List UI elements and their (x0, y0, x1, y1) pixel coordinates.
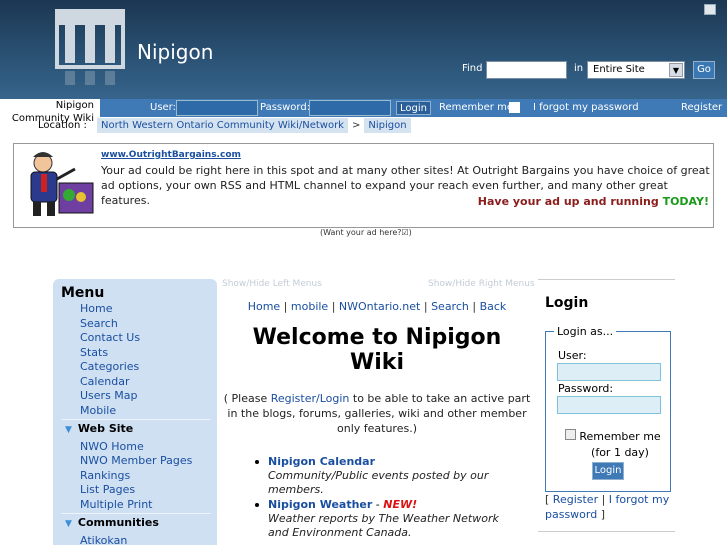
menu-section-title: Web Site (77, 422, 134, 435)
menu-item-home[interactable]: Home (80, 302, 112, 315)
remember-me-label: Remember me (for 1 day) (579, 430, 661, 459)
feature-link-calendar[interactable]: Nipigon Calendar (268, 455, 375, 468)
bullet-icon (255, 460, 259, 464)
forgot-password-link[interactable]: I forgot my password (533, 102, 639, 113)
user-input[interactable] (557, 363, 661, 381)
user-label: User: (150, 102, 176, 113)
main-content: Home | mobile | NWOntario.net | Search |… (222, 300, 532, 436)
menu-title: Menu (61, 285, 105, 301)
menu-item-list-pages[interactable]: List Pages (80, 483, 135, 496)
search-scope-value: Entire Site (593, 64, 645, 75)
menu-item-contact[interactable]: Contact Us (80, 331, 140, 344)
page-title: Welcome to Nipigon Wiki (252, 325, 502, 375)
window-icon[interactable] (704, 4, 716, 15)
toggle-left-menus[interactable]: Show/Hide Left Menus (222, 279, 322, 289)
link-search[interactable]: Search (431, 300, 469, 313)
menu-divider (61, 513, 211, 514)
login-submit-button[interactable]: Login (592, 462, 624, 480)
new-badge: NEW! (383, 498, 418, 511)
link-nwontario[interactable]: NWOntario.net (339, 300, 420, 313)
remember-me-checkbox[interactable]: ✖ (509, 102, 520, 113)
ad-banner: www.OutrightBargains.com Your ad could b… (13, 143, 714, 228)
note-text: ( Please (223, 392, 271, 405)
login-legend: Login as... (554, 325, 617, 338)
register-link[interactable]: Register (553, 493, 598, 506)
link-separator: | (328, 300, 339, 313)
menu-section-communities[interactable]: ▼ Communities (65, 516, 159, 529)
breadcrumb: North Western Ontario Community Wiki/Net… (97, 118, 411, 134)
link-separator: | (420, 300, 432, 313)
menu-divider (61, 419, 211, 420)
ad-cta-text: Have your ad up and running (477, 195, 659, 208)
menu-item-mobile[interactable]: Mobile (80, 404, 116, 417)
login-user-input[interactable] (176, 100, 258, 116)
sidebar-divider (538, 531, 675, 532)
location-label: Location : (38, 120, 87, 131)
triangle-down-icon[interactable]: ▼ (65, 425, 72, 435)
ad-link[interactable]: www.OutrightBargains.com (101, 150, 241, 160)
password-label: Password: (558, 382, 614, 395)
menu-section-web-site[interactable]: ▼ Web Site (65, 422, 133, 435)
menu-item-users-map[interactable]: Users Map (80, 389, 138, 402)
site-logo[interactable] (55, 9, 125, 89)
in-label: in (574, 63, 584, 74)
top-links: Home | mobile | NWOntario.net | Search |… (222, 300, 532, 313)
menu-item-categories[interactable]: Categories (80, 360, 139, 373)
feature-desc: Weather reports by The Weather Network a… (268, 512, 499, 539)
toggle-right-menus[interactable]: Show/Hide Right Menus (428, 279, 535, 289)
ad-cta: Have your ad up and running TODAY! (478, 195, 709, 208)
user-label: User: (558, 349, 587, 362)
menu-item-calendar[interactable]: Calendar (80, 375, 129, 388)
feature-link-weather[interactable]: Nipigon Weather (268, 498, 372, 511)
chevron-down-icon[interactable]: ▼ (669, 63, 683, 77)
menu-item-member-pages[interactable]: NWO Member Pages (80, 454, 192, 467)
bullet-icon (255, 503, 259, 507)
login-links: [ Register | I forgot my password ] (545, 493, 670, 521)
breadcrumb-item-network[interactable]: North Western Ontario Community Wiki/Net… (97, 118, 348, 133)
menu-item-stats[interactable]: Stats (80, 346, 108, 359)
left-menu: Menu Home Search Contact Us Stats Catego… (53, 279, 217, 547)
feature-desc: Community/Public events posted by our me… (268, 469, 489, 496)
ad-illustration[interactable] (19, 149, 99, 221)
register-link[interactable]: Register (681, 102, 722, 113)
login-box-title: Login (545, 295, 589, 311)
login-note: ( Please Register/Login to be able to ta… (222, 391, 532, 436)
password-label: Password: (260, 102, 311, 113)
login-password-input[interactable] (309, 100, 391, 116)
link-mobile[interactable]: mobile (291, 300, 328, 313)
remember-me-label: Remember me (439, 102, 513, 113)
go-button[interactable]: Go (693, 61, 715, 79)
menu-item-multiple-print[interactable]: Multiple Print (80, 498, 153, 511)
search-scope-select[interactable]: Entire Site ▼ (587, 61, 685, 79)
password-input[interactable] (557, 396, 661, 414)
ad-cta-today: TODAY! (662, 195, 709, 208)
search-input[interactable] (486, 61, 567, 79)
find-label: Find (462, 63, 483, 74)
login-bar: User: Password: Login Remember me ✖ I fo… (100, 99, 727, 117)
login-button[interactable]: Login (396, 101, 431, 115)
sidebar-divider (538, 279, 675, 280)
menu-item-search[interactable]: Search (80, 317, 118, 330)
menu-section-title: Communities (77, 516, 159, 529)
menu-item-nwo-home[interactable]: NWO Home (80, 440, 144, 453)
link-separator: | (468, 300, 480, 313)
triangle-down-icon[interactable]: ▼ (65, 519, 72, 529)
link-back[interactable]: Back (480, 300, 507, 313)
menu-item-rankings[interactable]: Rankings (80, 469, 130, 482)
list-item: Nipigon Calendar Community/Public events… (255, 455, 498, 497)
menu-item-atikokan[interactable]: Atikokan (80, 534, 127, 547)
want-ad-link[interactable]: (Want your ad here?☑) (320, 228, 412, 237)
login-fieldset: Login as... User: Password: Remember me … (545, 325, 671, 492)
register-login-link[interactable]: Register/Login (271, 392, 350, 405)
breadcrumb-separator: > (351, 120, 361, 131)
list-item: Nipigon Weather - NEW! Weather reports b… (255, 498, 508, 540)
link-separator: | (280, 300, 291, 313)
site-header: Nipigon Find in Entire Site ▼ Go (0, 0, 727, 99)
site-name[interactable]: Nipigon (137, 40, 213, 64)
breadcrumb-item-nipigon[interactable]: Nipigon (364, 118, 411, 133)
link-home[interactable]: Home (248, 300, 280, 313)
right-sidebar: Login Login as... User: Password: Rememb… (538, 279, 675, 545)
